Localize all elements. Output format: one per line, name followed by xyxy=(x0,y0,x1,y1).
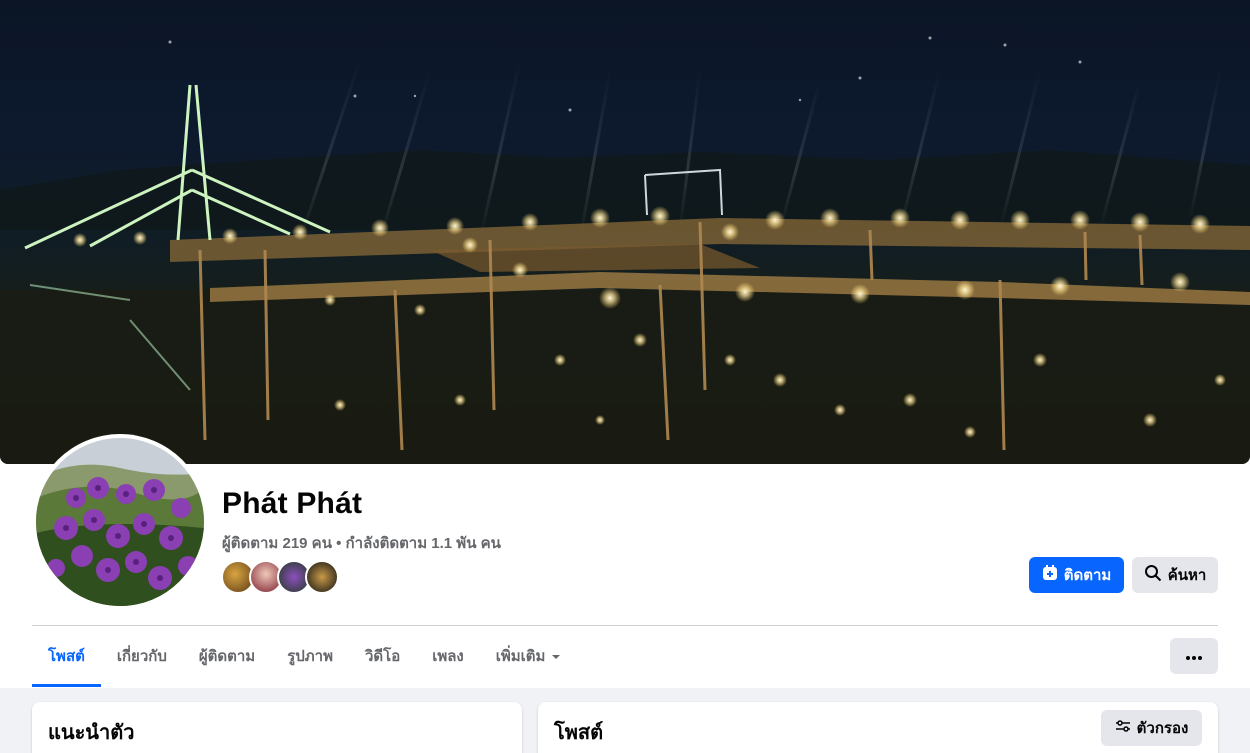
tab-about[interactable]: เกี่ยวกับ xyxy=(101,626,183,686)
search-button[interactable]: ค้นหา xyxy=(1132,557,1218,593)
filter-button-label: ตัวกรอง xyxy=(1136,720,1189,737)
filter-sliders-icon xyxy=(1115,719,1131,737)
follow-button-label: ติดตาม xyxy=(1063,567,1112,584)
tab-photos[interactable]: รูปภาพ xyxy=(271,626,349,686)
posts-card: โพสต์ ตัวกรอง xyxy=(538,702,1218,753)
intro-title: แนะนำตัว xyxy=(48,722,135,744)
profile-tabs: โพสต์ เกี่ยวกับ ผู้ติดตาม รูปภาพ วิดีโอ … xyxy=(32,626,578,687)
profile-name: Phát Phát xyxy=(222,487,363,520)
cover-photo[interactable] xyxy=(0,0,1250,464)
tab-label: เกี่ยวกับ xyxy=(116,648,167,665)
tab-label: เพลง xyxy=(432,648,464,665)
profile-header: Phát Phát ผู้ติดตาม 219 คน • กำลังติดตาม… xyxy=(0,0,1250,688)
filter-button[interactable]: ตัวกรอง xyxy=(1101,710,1202,746)
tab-label: ผู้ติดตาม xyxy=(198,648,256,665)
follow-button[interactable]: ติดตาม xyxy=(1029,557,1124,593)
tab-label: วิดีโอ xyxy=(364,648,401,665)
profile-avatar[interactable] xyxy=(32,434,208,610)
cover-photo-image xyxy=(0,36,1250,464)
tab-music[interactable]: เพลง xyxy=(416,626,480,686)
caret-down-icon xyxy=(551,648,561,665)
search-button-label: ค้นหา xyxy=(1167,567,1207,584)
tab-label: รูปภาพ xyxy=(287,648,333,665)
tab-label: โพสต์ xyxy=(48,648,85,665)
tab-label: เพิ่มเติม xyxy=(495,648,546,665)
tab-posts[interactable]: โพสต์ xyxy=(32,626,101,687)
posts-title: โพสต์ xyxy=(554,722,604,744)
search-icon xyxy=(1144,564,1162,586)
tab-followers[interactable]: ผู้ติดตาม xyxy=(183,626,271,686)
follower-stats[interactable]: ผู้ติดตาม 219 คน • กำลังติดตาม 1.1 พัน ค… xyxy=(222,531,501,555)
ellipsis-icon xyxy=(1186,647,1202,665)
profile-avatar-image xyxy=(36,438,204,606)
add-follow-icon xyxy=(1042,565,1058,585)
more-actions-button[interactable] xyxy=(1170,638,1218,674)
tab-videos[interactable]: วิดีโอ xyxy=(349,626,416,686)
intro-card: แนะนำตัว xyxy=(32,702,522,753)
tab-more[interactable]: เพิ่มเติม xyxy=(480,626,578,686)
mutual-friends-avatars[interactable] xyxy=(221,560,339,594)
friend-avatar[interactable] xyxy=(305,560,339,594)
